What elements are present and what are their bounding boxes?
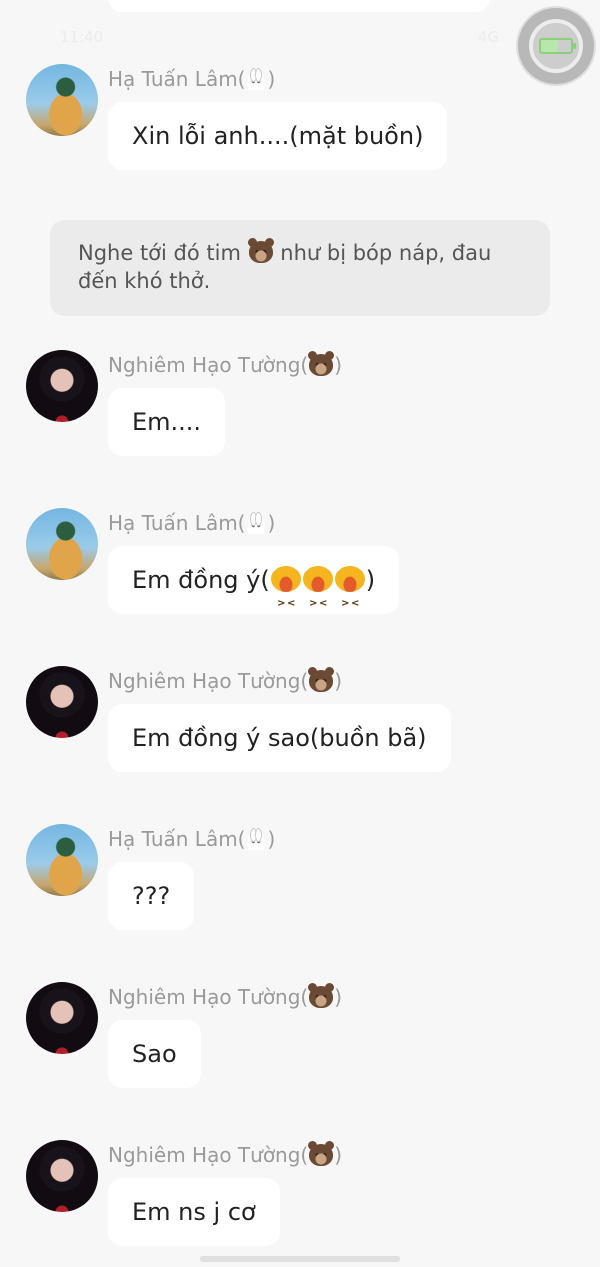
previous-message-bubble — [108, 0, 490, 12]
battery-charging-icon — [539, 38, 576, 54]
avatar-ha-tuan-lam[interactable] — [26, 508, 98, 580]
sender-name-text: Nghiêm Hạo Tường( — [108, 985, 309, 1009]
avatar-nghiem-hao-tuong[interactable] — [26, 350, 98, 422]
sender-name-suffix: ) — [334, 1143, 343, 1167]
message-bubble[interactable]: Sao — [108, 1020, 201, 1088]
sender-name-text: Hạ Tuấn Lâm( — [108, 511, 246, 535]
laughing-emoji-icon — [270, 566, 301, 638]
rabbit-icon — [247, 827, 266, 850]
rabbit-icon — [247, 511, 266, 534]
sender-name: Hạ Tuấn Lâm() — [108, 510, 275, 536]
message-bubble[interactable]: Xin lỗi anh....(mặt buồn) — [108, 102, 448, 170]
avatar-nghiem-hao-tuong[interactable] — [26, 982, 98, 1054]
message-text-end: ) — [365, 566, 376, 594]
bear-icon — [308, 350, 335, 376]
sender-name: Hạ Tuấn Lâm() — [108, 826, 275, 852]
avatar-ha-tuan-lam[interactable] — [26, 824, 98, 896]
home-indicator[interactable] — [200, 1256, 400, 1262]
assistive-touch-button[interactable] — [518, 8, 594, 84]
rabbit-icon — [247, 67, 266, 90]
message-bubble[interactable]: Em.... — [108, 388, 226, 456]
sender-name-suffix: ) — [267, 511, 276, 535]
sender-name: Nghiêm Hạo Tường() — [108, 350, 343, 378]
sender-name: Nghiêm Hạo Tường() — [108, 666, 343, 694]
sender-name-suffix: ) — [267, 67, 276, 91]
avatar-nghiem-hao-tuong[interactable] — [26, 1140, 98, 1212]
bear-icon — [308, 982, 335, 1008]
status-time: 11:40 — [60, 28, 104, 46]
sender-name-text: Nghiêm Hạo Tường( — [108, 353, 309, 377]
bear-icon — [308, 666, 335, 692]
sender-name-suffix: ) — [334, 353, 343, 377]
message-bubble[interactable]: Em ns j cơ — [108, 1178, 280, 1246]
avatar-nghiem-hao-tuong[interactable] — [26, 666, 98, 738]
sender-name-text: Hạ Tuấn Lâm( — [108, 67, 246, 91]
message-bubble[interactable]: Em đồng ý sao(buồn bã) — [108, 704, 451, 772]
sender-name-text: Hạ Tuấn Lâm( — [108, 827, 246, 851]
sender-name-suffix: ) — [267, 827, 276, 851]
sender-name: Nghiêm Hạo Tường() — [108, 982, 343, 1010]
sender-name: Nghiêm Hạo Tường() — [108, 1140, 343, 1168]
message-text-start: Em đồng ý( — [132, 566, 270, 594]
laughing-emoji-icon — [302, 566, 333, 638]
laughing-emoji-icon — [334, 566, 365, 638]
assistive-touch-ring — [529, 19, 583, 73]
avatar-ha-tuan-lam[interactable] — [26, 64, 98, 136]
message-bubble[interactable]: ??? — [108, 862, 195, 930]
message-bubble[interactable]: Em đồng ý() — [108, 546, 400, 638]
sender-name-suffix: ) — [334, 669, 343, 693]
sender-name: Hạ Tuấn Lâm() — [108, 66, 275, 92]
status-network: 4G — [478, 28, 500, 46]
bear-icon — [308, 1140, 335, 1166]
narration-text-start: Nghe tới đó tim — [78, 241, 248, 265]
sender-name-suffix: ) — [334, 985, 343, 1009]
sender-name-text: Nghiêm Hạo Tường( — [108, 1143, 309, 1167]
narration-box: Nghe tới đó tim như bị bóp náp, đau đến … — [50, 220, 550, 316]
sender-name-text: Nghiêm Hạo Tường( — [108, 669, 309, 693]
bear-icon — [247, 238, 274, 263]
